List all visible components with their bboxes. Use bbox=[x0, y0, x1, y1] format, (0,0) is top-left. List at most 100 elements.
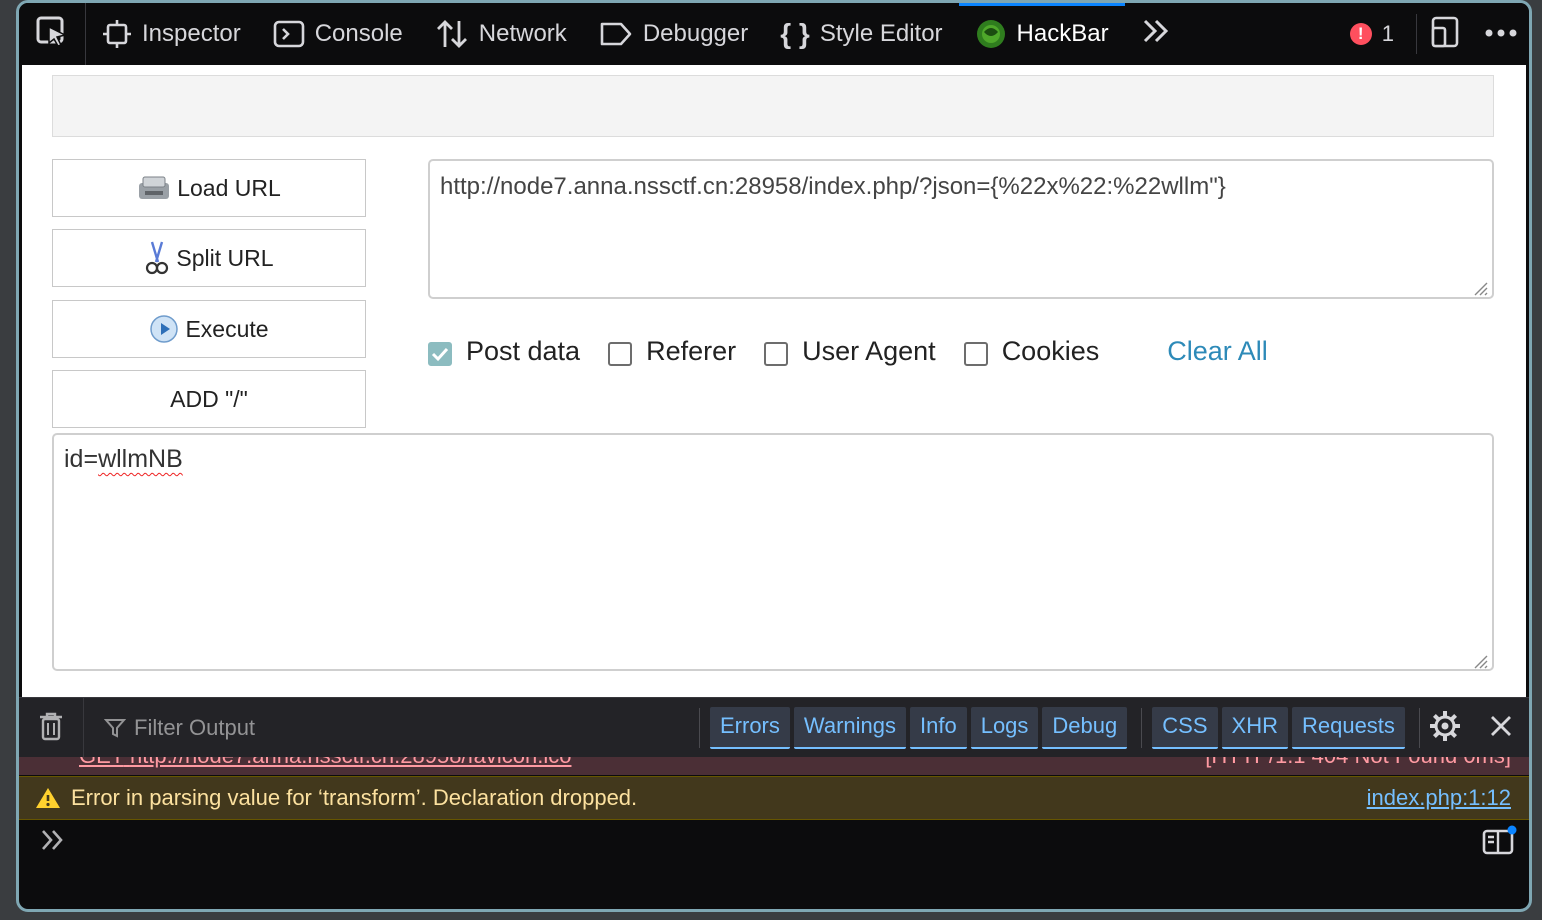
execute-button[interactable]: Execute bbox=[52, 300, 366, 358]
request-url[interactable]: GET http://node7.anna.nssctf.cn:28958/fa… bbox=[79, 757, 571, 769]
tab-style-editor[interactable]: { } Style Editor bbox=[764, 3, 958, 65]
request-url-text: http://node7.anna.nssctf.cn:28958/favico… bbox=[130, 757, 572, 768]
tab-label: Console bbox=[314, 20, 403, 47]
load-url-label: Load URL bbox=[177, 174, 281, 201]
tab-label: Inspector bbox=[142, 20, 241, 47]
more-tabs-button[interactable] bbox=[1125, 3, 1187, 65]
toolbar-right: ! 1 bbox=[1340, 3, 1529, 65]
url-value: http://node7.anna.nssctf.cn:28958/index.… bbox=[440, 173, 1226, 200]
scissors-icon bbox=[144, 240, 170, 276]
add-slash-button[interactable]: ADD "/" bbox=[52, 370, 366, 428]
log-level-filters: Errors Warnings Info Logs Debug CSS XHR … bbox=[689, 698, 1430, 758]
more-options-button[interactable] bbox=[1473, 3, 1529, 65]
filter-errors[interactable]: Errors bbox=[710, 707, 790, 749]
element-picker-button[interactable] bbox=[19, 3, 86, 65]
style-editor-icon: { } bbox=[780, 18, 810, 49]
referer-option[interactable]: Referer bbox=[608, 336, 736, 367]
responsive-design-icon bbox=[1430, 16, 1460, 53]
request-status: [HTTP/1.1 404 Not Found 0ms] bbox=[1205, 757, 1511, 769]
responsive-design-button[interactable] bbox=[1417, 3, 1473, 65]
chevron-double-right-icon bbox=[1141, 17, 1171, 52]
console-toolbar-end bbox=[1417, 698, 1529, 758]
split-url-button[interactable]: Split URL bbox=[52, 229, 366, 287]
filter-warnings[interactable]: Warnings bbox=[793, 707, 906, 749]
add-slash-label: ADD "/" bbox=[170, 385, 248, 412]
tab-hackbar[interactable]: HackBar bbox=[958, 3, 1125, 65]
tab-label: HackBar bbox=[1016, 20, 1109, 47]
post-data-label: Post data bbox=[466, 335, 581, 366]
tab-inspector[interactable]: Inspector bbox=[86, 3, 257, 65]
resize-grip-icon[interactable] bbox=[1470, 275, 1488, 296]
filter-icon bbox=[104, 717, 126, 739]
error-count-badge[interactable]: ! 1 bbox=[1340, 14, 1417, 54]
tab-label: Debugger bbox=[642, 20, 749, 47]
console-prompt[interactable] bbox=[39, 827, 67, 858]
post-data-prefix: id= bbox=[64, 445, 99, 473]
post-data-textarea[interactable]: id=wllmNB bbox=[52, 433, 1494, 671]
execute-label: Execute bbox=[185, 315, 269, 342]
filter-info[interactable]: Info bbox=[910, 707, 967, 749]
console-warning-row: Error in parsing value for ‘transform’. … bbox=[19, 776, 1529, 820]
divider bbox=[699, 708, 700, 748]
filter-output-input[interactable]: Filter Output bbox=[84, 715, 255, 741]
user-agent-option[interactable]: User Agent bbox=[764, 336, 936, 367]
post-data-checkbox[interactable] bbox=[428, 342, 452, 366]
devtools-window: Inspector Console Network Debugger { } S… bbox=[16, 0, 1532, 912]
warning-source-link[interactable]: index.php:1:12 bbox=[1367, 785, 1511, 811]
resize-grip-icon[interactable] bbox=[1470, 647, 1488, 669]
referer-checkbox[interactable] bbox=[608, 342, 633, 366]
post-data-option[interactable]: Post data bbox=[428, 336, 580, 367]
warning-message: Error in parsing value for ‘transform’. … bbox=[71, 785, 638, 810]
clear-console-button[interactable] bbox=[19, 698, 84, 758]
close-console-button[interactable] bbox=[1473, 698, 1529, 758]
request-method: GET bbox=[79, 757, 124, 768]
inspector-icon bbox=[102, 19, 132, 49]
hackbar-panel: Load URL Split URL Execute ADD "/" http:… bbox=[22, 65, 1526, 697]
cookies-option[interactable]: Cookies bbox=[963, 335, 1100, 367]
tab-console[interactable]: Console bbox=[257, 3, 419, 65]
filter-css[interactable]: CSS bbox=[1152, 707, 1218, 749]
close-icon bbox=[1489, 714, 1513, 743]
filter-placeholder: Filter Output bbox=[134, 715, 256, 740]
console-settings-button[interactable] bbox=[1417, 698, 1473, 758]
user-agent-label: User Agent bbox=[802, 335, 936, 366]
cookies-label: Cookies bbox=[1001, 335, 1100, 366]
tab-label: Style Editor bbox=[819, 20, 943, 47]
debugger-icon bbox=[599, 21, 633, 47]
load-url-icon bbox=[137, 173, 171, 203]
play-icon bbox=[149, 314, 179, 344]
devtools-toolbar: Inspector Console Network Debugger { } S… bbox=[19, 3, 1529, 65]
element-picker-icon bbox=[35, 15, 69, 54]
tab-label: Network bbox=[478, 20, 567, 47]
tab-debugger[interactable]: Debugger bbox=[583, 3, 764, 65]
error-count: 1 bbox=[1381, 21, 1394, 46]
url-textarea[interactable]: http://node7.anna.nssctf.cn:28958/index.… bbox=[428, 159, 1494, 299]
error-icon: ! bbox=[1349, 23, 1372, 45]
gear-icon bbox=[1428, 709, 1462, 748]
options-row: Post data Referer User Agent Cookies Cle… bbox=[428, 331, 1268, 371]
post-data-value: wllmNB bbox=[98, 445, 183, 473]
cookies-checkbox[interactable] bbox=[963, 342, 988, 366]
trash-icon bbox=[38, 711, 64, 746]
sidebar-icon bbox=[1481, 825, 1517, 861]
clear-all-link[interactable]: Clear All bbox=[1167, 336, 1268, 367]
referer-label: Referer bbox=[646, 335, 737, 366]
divider bbox=[1141, 708, 1143, 748]
more-options-icon bbox=[1484, 25, 1518, 43]
filter-requests[interactable]: Requests bbox=[1291, 707, 1405, 749]
filter-debug[interactable]: Debug bbox=[1042, 707, 1128, 749]
hackbar-top-bar bbox=[52, 75, 1494, 137]
filter-xhr[interactable]: XHR bbox=[1221, 707, 1288, 749]
console-toolbar: Filter Output Errors Warnings Info Logs … bbox=[19, 697, 1529, 758]
tab-network[interactable]: Network bbox=[419, 3, 583, 65]
console-icon bbox=[273, 20, 305, 48]
load-url-button[interactable]: Load URL bbox=[52, 159, 366, 217]
console-request-row[interactable]: GET http://node7.anna.nssctf.cn:28958/fa… bbox=[19, 757, 1529, 775]
filter-logs[interactable]: Logs bbox=[970, 707, 1039, 749]
prompt-chevron-icon bbox=[39, 830, 67, 857]
warning-icon bbox=[35, 786, 61, 810]
network-icon bbox=[435, 19, 469, 49]
user-agent-checkbox[interactable] bbox=[764, 342, 789, 366]
hackbar-icon bbox=[975, 18, 1007, 50]
sidebar-toggle-button[interactable] bbox=[1481, 825, 1517, 862]
